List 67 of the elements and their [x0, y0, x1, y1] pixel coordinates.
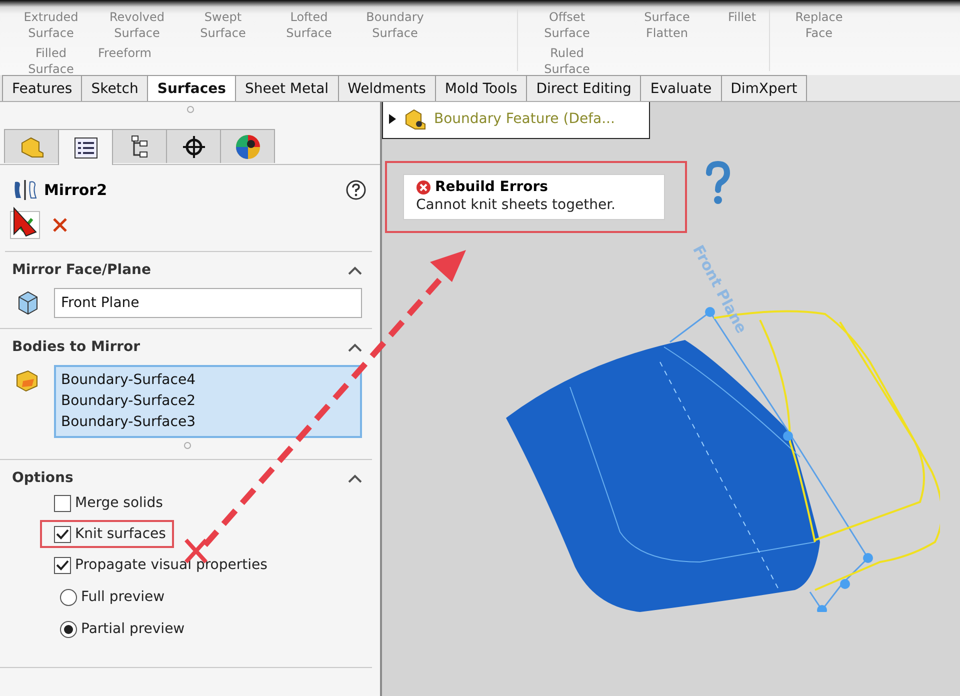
part-icon [404, 108, 426, 130]
tree-icon [130, 134, 150, 158]
mirror-icon [12, 179, 38, 201]
error-message: Cannot knit sheets together. [416, 197, 616, 213]
cube-icon [16, 290, 40, 316]
checkbox[interactable] [54, 526, 71, 542]
ribbon-command[interactable]: Filled Surface [10, 45, 92, 77]
list-item[interactable]: Boundary-Surface3 [61, 413, 355, 432]
ribbon-command[interactable]: Replace Face [778, 9, 860, 41]
ribbon-command[interactable]: Lofted Surface [268, 9, 350, 41]
ribbon-command[interactable]: Surface Flatten [626, 9, 708, 41]
section-title: Options [12, 470, 74, 486]
body-icon [14, 369, 40, 393]
ribbon-command[interactable]: Ruled Surface [526, 45, 608, 77]
plane-field[interactable]: Front Plane [54, 288, 362, 318]
color-ball-icon [234, 134, 260, 160]
tab[interactable]: Features [2, 75, 82, 101]
feature-tree-item[interactable]: Boundary Feature (Defa... [382, 102, 650, 139]
resize-grip[interactable] [184, 442, 190, 449]
panel-tab[interactable] [112, 129, 167, 163]
option-label: Partial preview [81, 621, 185, 637]
option-label: Knit surfaces [75, 526, 166, 542]
bodies-list[interactable]: Boundary-Surface4 Boundary-Surface2 Boundary-Surface3 [54, 365, 362, 438]
error-title: Rebuild Errors [416, 179, 650, 195]
panel-tab[interactable] [220, 129, 275, 163]
resize-grip[interactable] [186, 106, 194, 113]
tab[interactable]: Mold Tools [434, 75, 528, 101]
part-icon [18, 134, 44, 158]
section-title: Bodies to Mirror [12, 339, 140, 355]
option-label: Full preview [81, 589, 165, 605]
list-icon [74, 136, 98, 158]
ribbon-command[interactable]: Revolved Surface [96, 9, 178, 41]
question-mark-icon [705, 161, 731, 205]
tab[interactable]: Evaluate [640, 75, 722, 101]
radio-button[interactable] [60, 620, 77, 638]
panel-tab[interactable] [58, 129, 113, 165]
crosshair-icon [182, 134, 206, 158]
list-item[interactable]: Boundary-Surface2 [61, 392, 355, 411]
cancel-button[interactable] [52, 217, 68, 233]
checkbox[interactable] [54, 556, 71, 574]
collapse-chevron-icon[interactable] [348, 342, 362, 352]
tab[interactable]: Weldments [338, 75, 436, 101]
tab[interactable]: Surfaces [147, 75, 236, 101]
panel-tab[interactable] [166, 129, 221, 163]
tab[interactable]: DimXpert [720, 75, 808, 101]
collapse-chevron-icon[interactable] [348, 266, 362, 274]
feature-title: Mirror2 [44, 181, 108, 199]
tab[interactable]: Direct Editing [526, 75, 642, 101]
expand-arrow-icon[interactable] [389, 114, 396, 124]
tab[interactable]: Sketch [81, 75, 148, 101]
tab[interactable]: Sheet Metal [235, 75, 339, 101]
ribbon-command[interactable]: Fillet [726, 9, 758, 25]
option-label: Propagate visual properties [75, 557, 268, 573]
ribbon-command[interactable]: Extruded Surface [10, 9, 92, 41]
error-icon [416, 180, 431, 194]
section-title: Mirror Face/Plane [12, 262, 152, 278]
ribbon-command[interactable]: Freeform [96, 45, 154, 61]
ribbon-command[interactable]: Swept Surface [182, 9, 264, 41]
list-item[interactable]: Boundary-Surface4 [61, 371, 355, 390]
checkbox[interactable] [54, 494, 71, 512]
collapse-chevron-icon[interactable] [348, 474, 362, 482]
cursor-icon [12, 206, 38, 238]
ribbon-command[interactable]: Boundary Surface [354, 9, 436, 41]
radio-button[interactable] [60, 588, 77, 606]
help-icon[interactable] [346, 180, 366, 200]
option-label: Merge solids [75, 495, 163, 511]
ribbon-command[interactable]: Offset Surface [526, 9, 608, 41]
